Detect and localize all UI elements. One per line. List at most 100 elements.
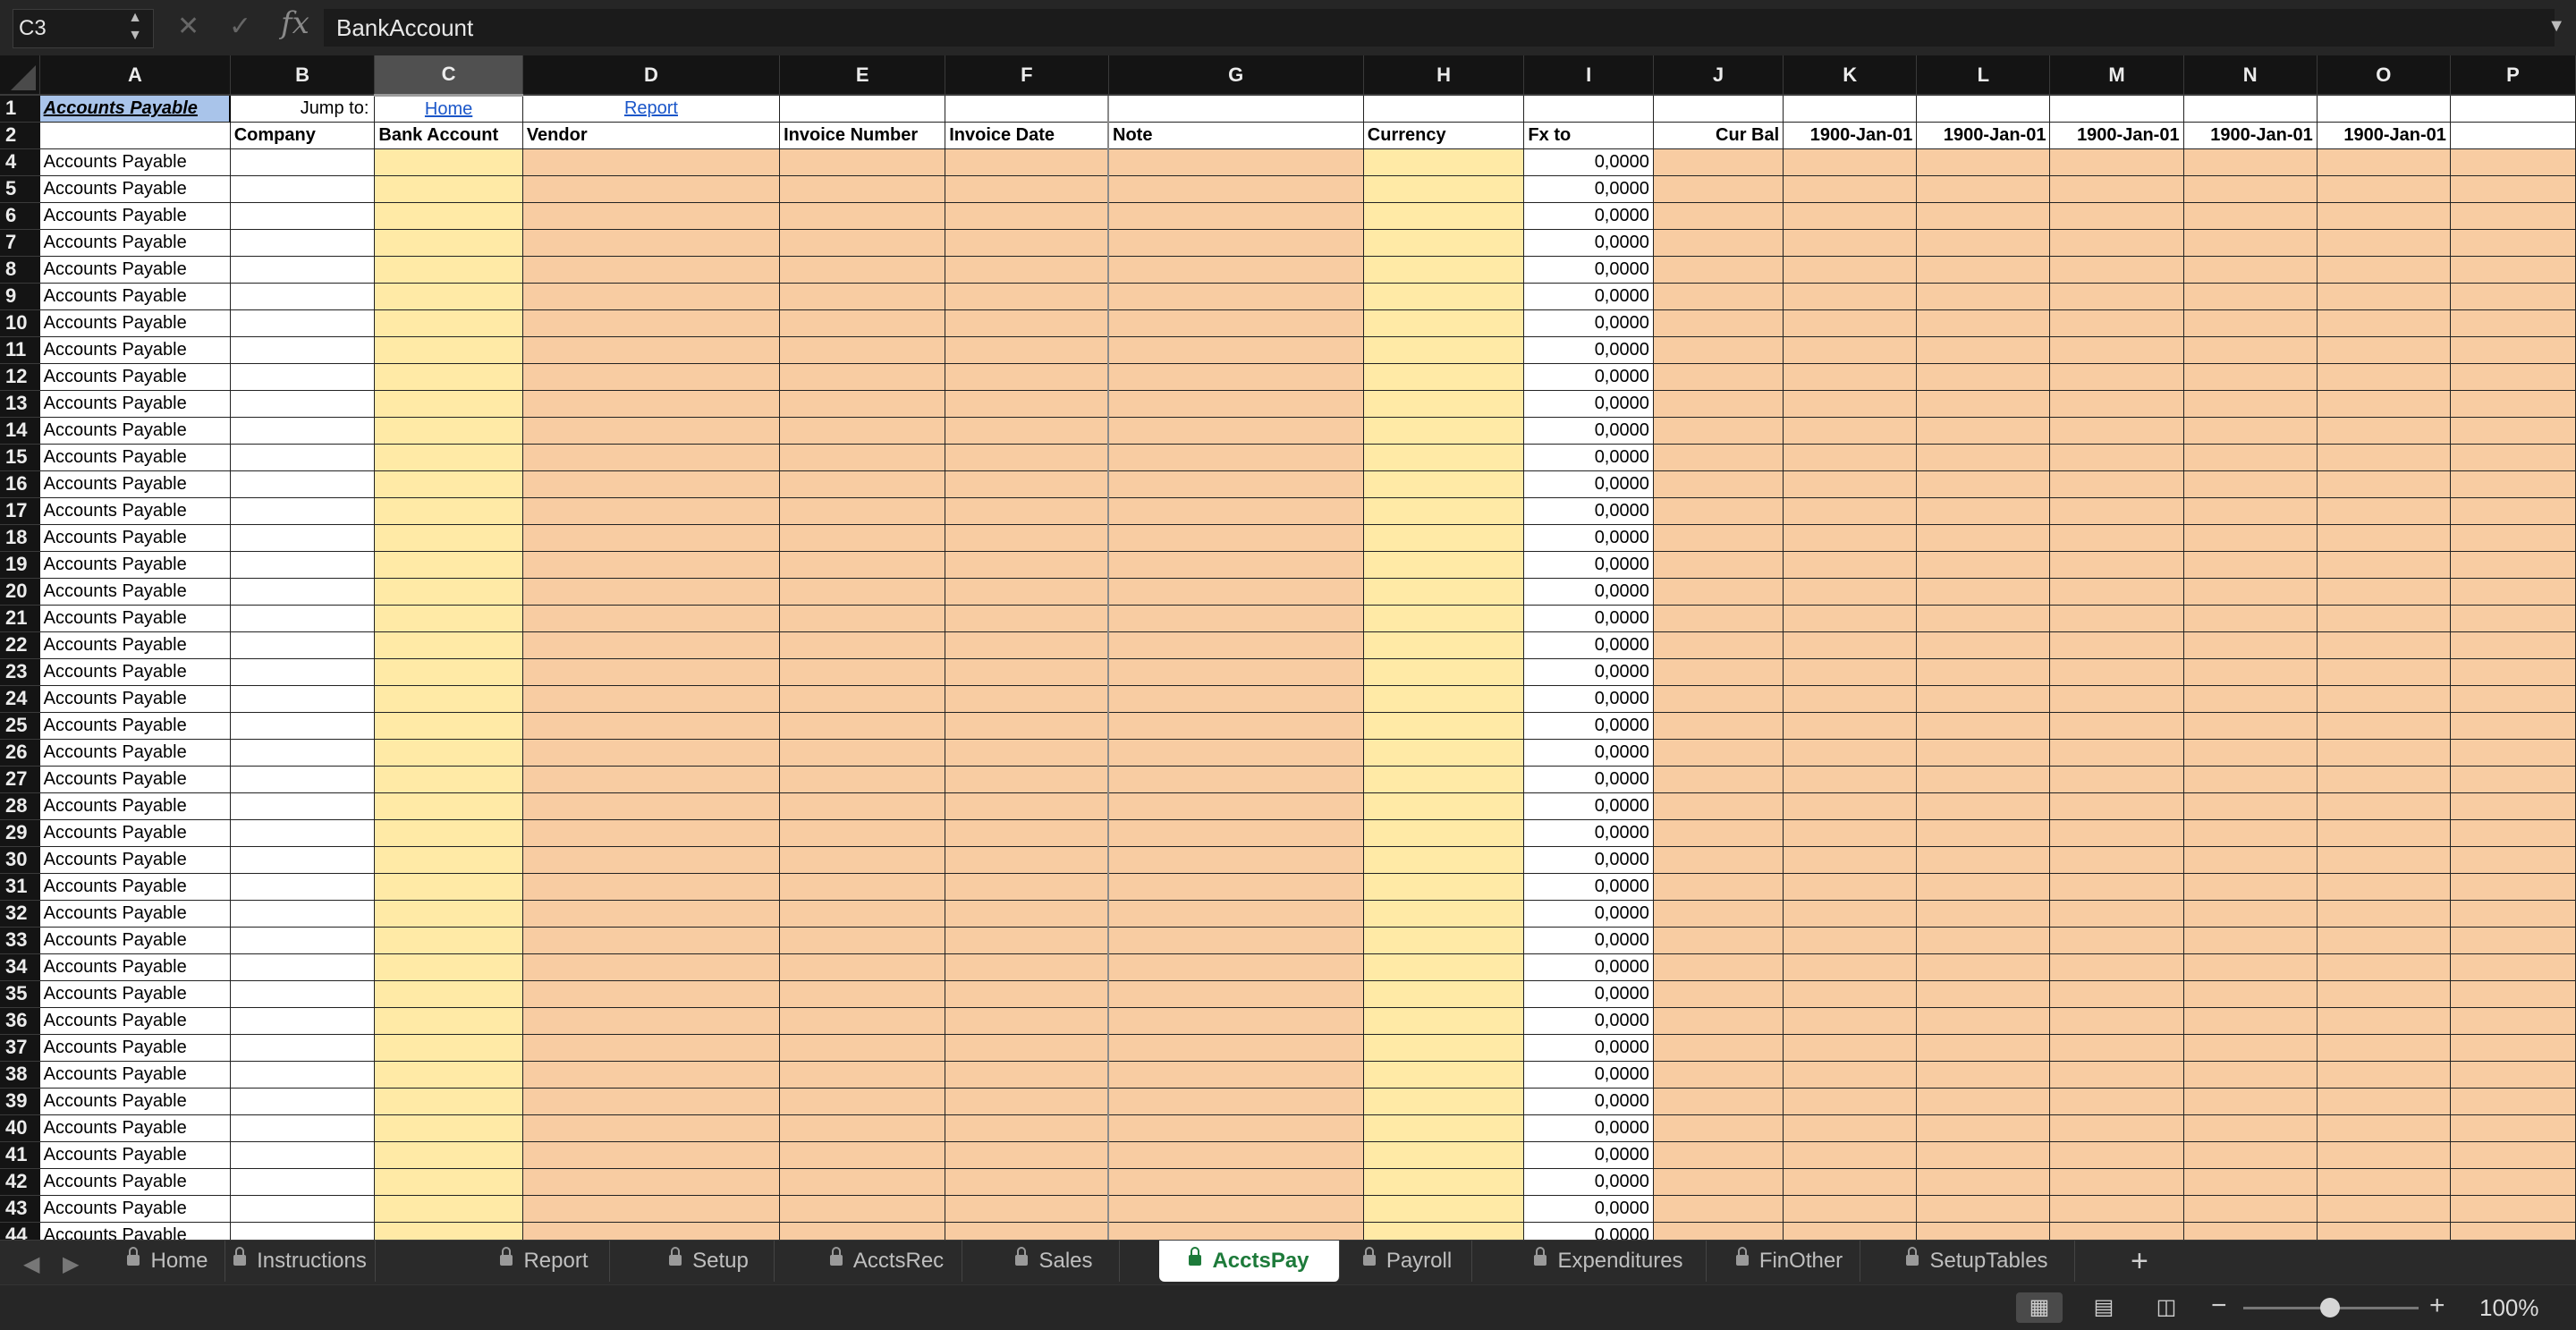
date-header[interactable]: 1900-Jan-01 (2317, 122, 2451, 149)
row-label-cell[interactable]: Accounts Payable (39, 1195, 231, 1223)
cell[interactable] (2049, 605, 2184, 632)
cell[interactable] (230, 766, 376, 793)
cell[interactable] (2183, 605, 2318, 632)
cell[interactable] (374, 1007, 523, 1035)
cell[interactable] (1916, 497, 2051, 525)
cell[interactable] (1653, 175, 1784, 203)
cell[interactable] (1783, 927, 1918, 954)
cell[interactable] (1653, 148, 1784, 176)
row-header[interactable]: 5 (0, 175, 40, 203)
cell[interactable] (1783, 1061, 1918, 1089)
cell[interactable] (1363, 229, 1525, 257)
cell[interactable] (2049, 980, 2184, 1008)
cell[interactable] (374, 551, 523, 579)
cell[interactable] (2049, 846, 2184, 874)
cell[interactable] (2183, 712, 2318, 740)
cell[interactable] (1783, 605, 1918, 632)
cell[interactable] (230, 1034, 376, 1062)
cell[interactable] (779, 953, 946, 981)
cell[interactable] (230, 739, 376, 767)
cell[interactable] (2049, 819, 2184, 847)
cell[interactable] (1363, 873, 1525, 901)
cell[interactable] (522, 1061, 781, 1089)
cell[interactable] (2317, 524, 2451, 552)
cell[interactable] (945, 631, 1109, 659)
cell[interactable] (2183, 1222, 2318, 1240)
cell[interactable] (522, 524, 781, 552)
row-header[interactable]: 23 (0, 658, 40, 686)
cell[interactable] (2317, 551, 2451, 579)
cell[interactable] (779, 417, 946, 445)
row-label-cell[interactable]: Accounts Payable (39, 202, 231, 230)
cell[interactable] (1653, 739, 1784, 767)
fx-rate-cell[interactable]: 0,0000 (1523, 873, 1654, 901)
cell[interactable] (1916, 444, 2051, 471)
cell[interactable] (374, 1088, 523, 1115)
fx-rate-cell[interactable]: 0,0000 (1523, 229, 1654, 257)
cell[interactable] (2317, 202, 2451, 230)
cell[interactable] (1916, 605, 2051, 632)
row-header[interactable]: 22 (0, 631, 40, 659)
cell[interactable] (2317, 1034, 2451, 1062)
cell[interactable] (1106, 739, 1364, 767)
row-label-cell[interactable]: Accounts Payable (39, 739, 231, 767)
row-header[interactable]: 40 (0, 1114, 40, 1142)
row-label-cell[interactable]: Accounts Payable (39, 336, 231, 364)
cell[interactable] (1916, 685, 2051, 713)
cell[interactable] (2317, 739, 2451, 767)
cell[interactable] (1363, 631, 1525, 659)
cell[interactable] (2450, 283, 2576, 310)
cell[interactable] (779, 363, 946, 391)
cell[interactable] (1783, 256, 1918, 284)
cell[interactable] (2317, 658, 2451, 686)
cell[interactable] (1783, 202, 1918, 230)
row-label-cell[interactable]: Accounts Payable (39, 524, 231, 552)
cell[interactable] (374, 873, 523, 901)
cell[interactable] (2183, 631, 2318, 659)
cell[interactable] (1783, 1222, 1918, 1240)
cell[interactable] (2317, 417, 2451, 445)
row-header[interactable]: 13 (0, 390, 40, 418)
cell[interactable] (522, 766, 781, 793)
cell[interactable] (945, 1222, 1109, 1240)
fx-rate-cell[interactable]: 0,0000 (1523, 846, 1654, 874)
row-label-cell[interactable]: Accounts Payable (39, 900, 231, 928)
cell[interactable] (1653, 309, 1784, 337)
cell[interactable] (945, 229, 1109, 257)
cell[interactable] (2317, 363, 2451, 391)
cell[interactable] (230, 390, 376, 418)
cell[interactable] (374, 417, 523, 445)
cell[interactable] (1106, 1088, 1364, 1115)
row-header[interactable]: 35 (0, 980, 40, 1008)
row-label-cell[interactable]: Accounts Payable (39, 953, 231, 981)
cell[interactable] (522, 283, 781, 310)
cell[interactable] (2317, 1222, 2451, 1240)
invoice-number-header[interactable]: Invoice Number (779, 122, 946, 149)
cell[interactable] (2049, 524, 2184, 552)
cell[interactable] (2450, 1114, 2576, 1142)
cell[interactable] (779, 658, 946, 686)
cell[interactable] (945, 927, 1109, 954)
column-header-d[interactable]: D (522, 55, 781, 96)
row-header[interactable]: 33 (0, 927, 40, 954)
cell[interactable] (2450, 497, 2576, 525)
vendor-header[interactable]: Vendor (522, 122, 781, 149)
insert-function-icon[interactable]: fx (281, 5, 309, 41)
cell[interactable] (2317, 390, 2451, 418)
cell[interactable] (945, 470, 1109, 498)
cell[interactable] (2450, 819, 2576, 847)
cell[interactable] (2317, 470, 2451, 498)
cell[interactable] (1653, 685, 1784, 713)
cell[interactable] (1653, 551, 1784, 579)
cell[interactable] (1106, 202, 1364, 230)
tab-report[interactable]: Report (479, 1241, 610, 1282)
cell[interactable] (374, 685, 523, 713)
tab-setup[interactable]: Setup (644, 1241, 775, 1282)
cell[interactable] (945, 417, 1109, 445)
cell[interactable] (2450, 900, 2576, 928)
name-box-stepper-icon[interactable]: ▲ ▼ (127, 9, 143, 48)
cell[interactable] (1106, 95, 1364, 123)
cell[interactable] (2317, 792, 2451, 820)
cell[interactable] (2317, 256, 2451, 284)
cell[interactable] (374, 363, 523, 391)
